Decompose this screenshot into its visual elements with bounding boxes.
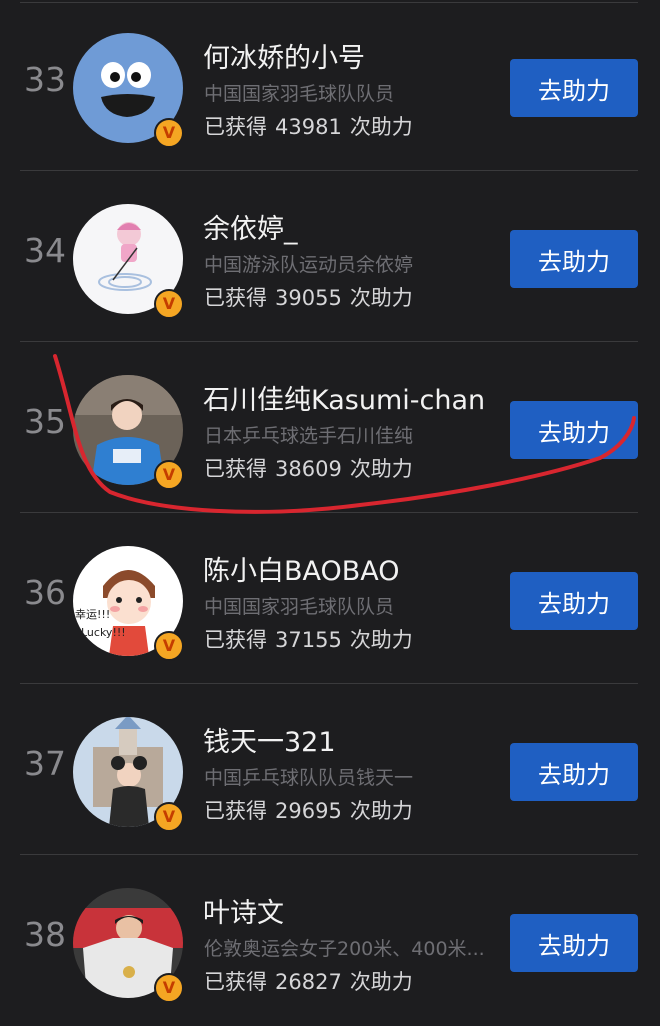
support-count: 已获得 26827 次助力 xyxy=(204,966,421,996)
leaderboard-list: 33 V 何冰娇的小号 中国国家羽毛球队队员 已获得 43981 次助力 去助力 3… xyxy=(0,0,660,1026)
rank-number: 36 xyxy=(24,573,66,612)
verified-badge-icon: V xyxy=(154,973,184,1003)
list-item[interactable]: 36 幸运!!! Lucky!!! V 陈小白BAOBAO 中国国家羽毛球队队员… xyxy=(20,513,638,684)
user-name[interactable]: 叶诗文 xyxy=(203,891,284,930)
count-suffix: 次助力 xyxy=(349,115,413,139)
verified-badge-icon: V xyxy=(154,631,184,661)
user-name[interactable]: 钱天一321 xyxy=(203,720,336,759)
count-value: 26827 xyxy=(275,970,342,994)
count-suffix: 次助力 xyxy=(349,628,413,652)
count-prefix: 已获得 xyxy=(204,286,267,310)
count-value: 29695 xyxy=(275,799,342,823)
count-value: 37155 xyxy=(275,628,342,652)
count-suffix: 次助力 xyxy=(349,457,413,481)
verified-badge-icon: V xyxy=(154,118,184,148)
count-value: 38609 xyxy=(275,457,342,481)
lucky-text-cn: 幸运!!! xyxy=(75,608,110,621)
support-count: 已获得 43981 次助力 xyxy=(204,111,421,141)
verified-badge-icon: V xyxy=(154,802,184,832)
count-prefix: 已获得 xyxy=(204,628,267,652)
list-item[interactable]: 38 V 叶诗文 伦敦奥运会女子200米、400米... 已获得 26827 次助力… xyxy=(20,855,638,1026)
user-description: 中国游泳队运动员余依婷 xyxy=(204,254,414,276)
count-prefix: 已获得 xyxy=(204,457,267,481)
user-description: 日本乒乓球选手石川佳纯 xyxy=(204,425,414,447)
count-prefix: 已获得 xyxy=(204,799,267,823)
user-description: 中国乒乓球队队员钱天一 xyxy=(204,767,414,789)
support-button[interactable]: 去助力 xyxy=(510,59,638,117)
rank-number: 38 xyxy=(24,915,66,954)
support-button[interactable]: 去助力 xyxy=(510,743,638,801)
support-count: 已获得 29695 次助力 xyxy=(204,795,421,825)
count-value: 43981 xyxy=(275,115,342,139)
support-button[interactable]: 去助力 xyxy=(510,572,638,630)
rank-number: 35 xyxy=(24,402,66,441)
lucky-text-en: Lucky!!! xyxy=(81,626,126,639)
list-item[interactable]: 34 V 余依婷_ 中国游泳队运动员余依婷 已获得 39055 次助力 去助力 xyxy=(20,171,638,342)
support-button[interactable]: 去助力 xyxy=(510,230,638,288)
support-button[interactable]: 去助力 xyxy=(510,914,638,972)
user-description: 伦敦奥运会女子200米、400米... xyxy=(204,938,485,960)
rank-number: 34 xyxy=(24,231,66,270)
user-description: 中国国家羽毛球队队员 xyxy=(204,596,395,618)
user-name[interactable]: 陈小白BAOBAO xyxy=(203,549,400,588)
verified-badge-icon: V xyxy=(154,289,184,319)
count-suffix: 次助力 xyxy=(349,286,413,310)
count-prefix: 已获得 xyxy=(204,115,267,139)
count-value: 39055 xyxy=(275,286,342,310)
count-suffix: 次助力 xyxy=(349,970,413,994)
list-item[interactable]: 37 V 钱天一321 中国乒乓球队队员钱天一 已获得 29695 次助力 去助力 xyxy=(20,684,638,855)
support-count: 已获得 38609 次助力 xyxy=(204,453,421,483)
support-count: 已获得 39055 次助力 xyxy=(204,282,421,312)
rank-number: 37 xyxy=(24,744,66,783)
verified-badge-icon: V xyxy=(154,460,184,490)
user-name[interactable]: 余依婷_ xyxy=(203,207,298,246)
support-button[interactable]: 去助力 xyxy=(510,401,638,459)
list-item[interactable]: 35 V 石川佳纯Kasumi-chan 日本乒乓球选手石川佳纯 已获得 3860… xyxy=(20,342,638,513)
count-prefix: 已获得 xyxy=(204,970,267,994)
user-description: 中国国家羽毛球队队员 xyxy=(204,83,395,105)
count-suffix: 次助力 xyxy=(349,799,413,823)
user-name[interactable]: 石川佳纯Kasumi-chan xyxy=(203,378,485,417)
list-item[interactable]: 33 V 何冰娇的小号 中国国家羽毛球队队员 已获得 43981 次助力 去助力 xyxy=(20,0,638,171)
rank-number: 33 xyxy=(24,60,66,99)
user-name[interactable]: 何冰娇的小号 xyxy=(203,36,365,75)
support-count: 已获得 37155 次助力 xyxy=(204,624,421,654)
